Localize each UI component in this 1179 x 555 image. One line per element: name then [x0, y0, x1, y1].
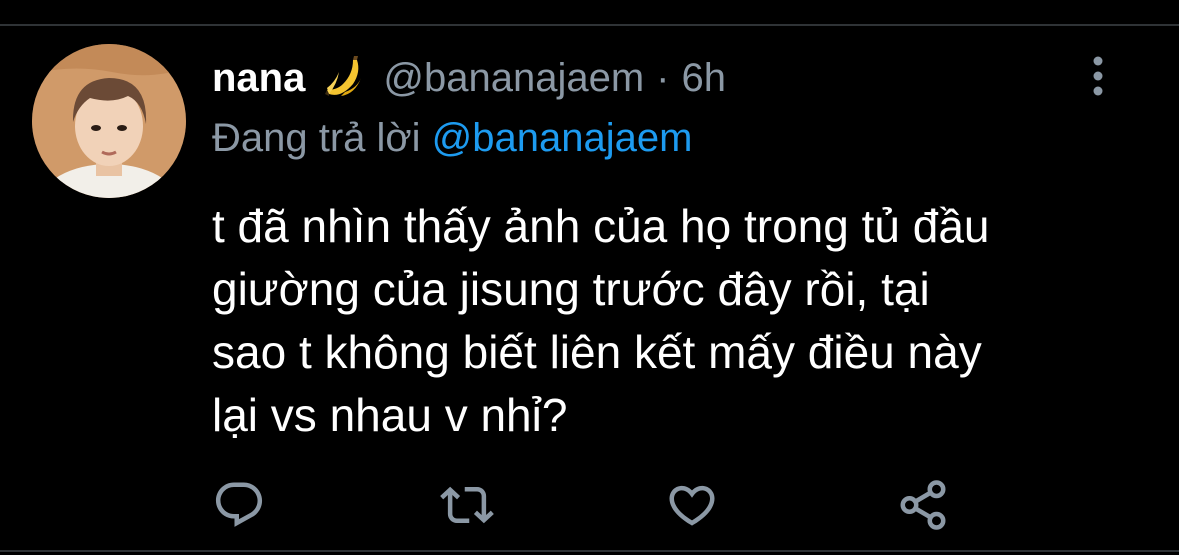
replying-to: Đang trả lời @bananajaem	[212, 116, 692, 161]
avatar-image	[32, 44, 186, 198]
like-button[interactable]	[665, 478, 719, 532]
separator-dot: ·	[656, 55, 670, 100]
more-options-icon[interactable]	[1083, 54, 1113, 98]
tweet-actions-bar	[0, 472, 1179, 532]
author-name[interactable]: nana	[212, 56, 305, 101]
tweet-text-line: giường của jisung trước đây rồi, tại	[212, 263, 930, 315]
avatar[interactable]	[32, 44, 186, 198]
tweet-text-line: lại vs nhau v nhỉ?	[212, 389, 568, 441]
timestamp[interactable]: 6h	[681, 56, 726, 101]
banana-emoji-icon	[325, 56, 362, 96]
tweet-text: t đã nhìn thấy ảnh của họ trong tủ đầu g…	[212, 195, 1142, 447]
reply-prefix: Đang trả lời	[212, 116, 421, 160]
bottom-divider	[0, 550, 1179, 552]
retweet-icon	[440, 486, 494, 524]
like-icon	[669, 485, 715, 526]
reply-button[interactable]	[212, 478, 266, 532]
tweet-header: nana @bananajaem · 6h	[212, 52, 726, 104]
reply-mention-link[interactable]: @bananajaem	[432, 116, 693, 160]
tweet-text-line: sao t không biết liên kết mấy điều này	[212, 326, 982, 378]
author-handle[interactable]: @bananajaem	[383, 56, 644, 101]
reply-icon	[215, 482, 263, 527]
retweet-button[interactable]	[440, 478, 494, 532]
top-divider	[0, 0, 1179, 26]
share-button[interactable]	[896, 478, 950, 532]
share-icon	[900, 480, 946, 530]
tweet-text-line: t đã nhìn thấy ảnh của họ trong tủ đầu	[212, 200, 990, 252]
